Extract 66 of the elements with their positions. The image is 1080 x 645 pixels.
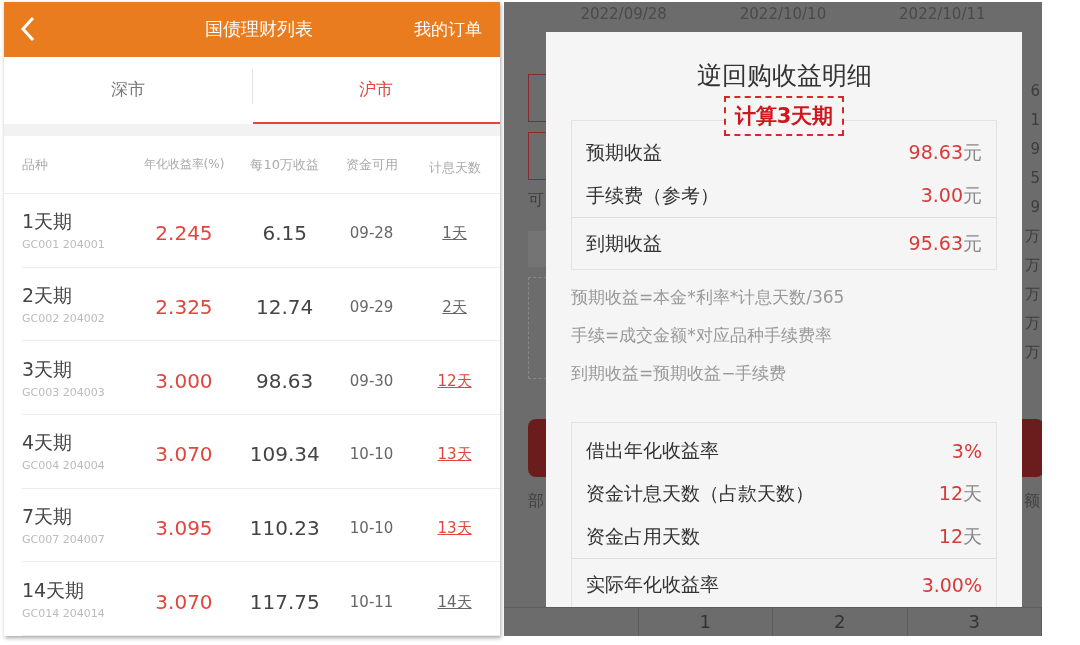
column-header: 品种: [22, 155, 49, 174]
days-link[interactable]: 14天: [437, 592, 472, 611]
screen-title: 国债理财列表: [204, 17, 314, 42]
row-label: 手续费（参考）: [586, 182, 719, 208]
dialog-title: 逆回购收益明细: [696, 60, 872, 92]
days-link[interactable]: 13天: [437, 519, 472, 538]
days-link[interactable]: 13天: [437, 445, 472, 464]
column-header: 资金可用: [344, 155, 399, 174]
product-name: 2天期: [22, 283, 74, 309]
income-value: 117.75: [249, 589, 320, 614]
column-header: 每10万收益: [249, 155, 320, 174]
income-value: 98.63: [256, 368, 314, 393]
keypad-key[interactable]: 3: [907, 608, 1042, 636]
available-date: 10-10: [349, 519, 394, 538]
product-code: GC007 204007: [22, 533, 106, 547]
rate-value: 2.245: [155, 221, 213, 246]
column-header: 计息天数: [427, 158, 482, 177]
income-value: 6.15: [262, 221, 307, 246]
rate-value: 3.070: [155, 442, 213, 467]
income-value: 109.34: [249, 442, 320, 467]
available-date: 10-10: [349, 445, 394, 464]
product-name: 14天期: [22, 577, 86, 603]
row-label: 资金计息天数（占款天数）: [586, 480, 814, 506]
available-date: 09-28: [349, 224, 394, 243]
row-label: 资金占用天数: [586, 523, 700, 549]
product-name: 3天期: [22, 356, 74, 382]
row-value: 95.63元: [908, 230, 982, 256]
rate-value: 3.095: [155, 516, 213, 541]
formula-text: 到期收益=预期收益−手续费: [571, 362, 788, 385]
product-code: GC014 204014: [22, 606, 106, 620]
row-label: 到期收益: [586, 230, 662, 256]
row-label: 实际年化收益率: [586, 571, 719, 597]
product-code: GC003 204003: [22, 385, 106, 399]
row-value: 3.00元: [920, 182, 982, 208]
column-header: 年化收益率(%): [142, 156, 226, 174]
row-value: 3%: [951, 439, 982, 462]
rate-value: 2.325: [155, 295, 213, 320]
row-label: 借出年化收益率: [586, 437, 719, 463]
my-orders-link[interactable]: 我的订单: [414, 17, 482, 41]
row-value: 12天: [938, 523, 982, 549]
keypad-key[interactable]: 2: [773, 608, 908, 636]
available-date: 10-11: [349, 592, 394, 611]
formula-text: 手续=成交金额*对应品种手续费率: [571, 324, 833, 347]
row-label: 预期收益: [586, 139, 662, 165]
product-name: 1天期: [22, 209, 74, 235]
rate-value: 3.000: [155, 368, 213, 393]
row-value: 98.63元: [908, 139, 982, 165]
product-name: 4天期: [22, 430, 74, 456]
row-value: 3.00%: [921, 573, 982, 596]
period-label: 计算3天期: [723, 96, 845, 136]
row-value: 12天: [938, 480, 982, 506]
market-tab[interactable]: 沪市: [252, 56, 500, 125]
product-name: 7天期: [22, 504, 74, 530]
formula-text: 预期收益=本金*利率*计息天数/365: [571, 286, 846, 309]
product-code: GC004 204004: [22, 459, 106, 473]
income-value: 110.23: [249, 516, 320, 541]
days-link[interactable]: 12天: [437, 371, 472, 390]
available-date: 09-30: [349, 371, 394, 390]
income-value: 12.74: [256, 295, 314, 320]
available-date: 09-29: [349, 298, 394, 317]
product-code: GC002 204002: [22, 312, 106, 326]
days-link[interactable]: 1天: [442, 224, 467, 243]
product-code: GC001 204001: [22, 238, 106, 252]
days-link[interactable]: 2天: [442, 298, 467, 317]
rate-value: 3.070: [155, 589, 213, 614]
keypad-key[interactable]: 1: [638, 608, 773, 636]
